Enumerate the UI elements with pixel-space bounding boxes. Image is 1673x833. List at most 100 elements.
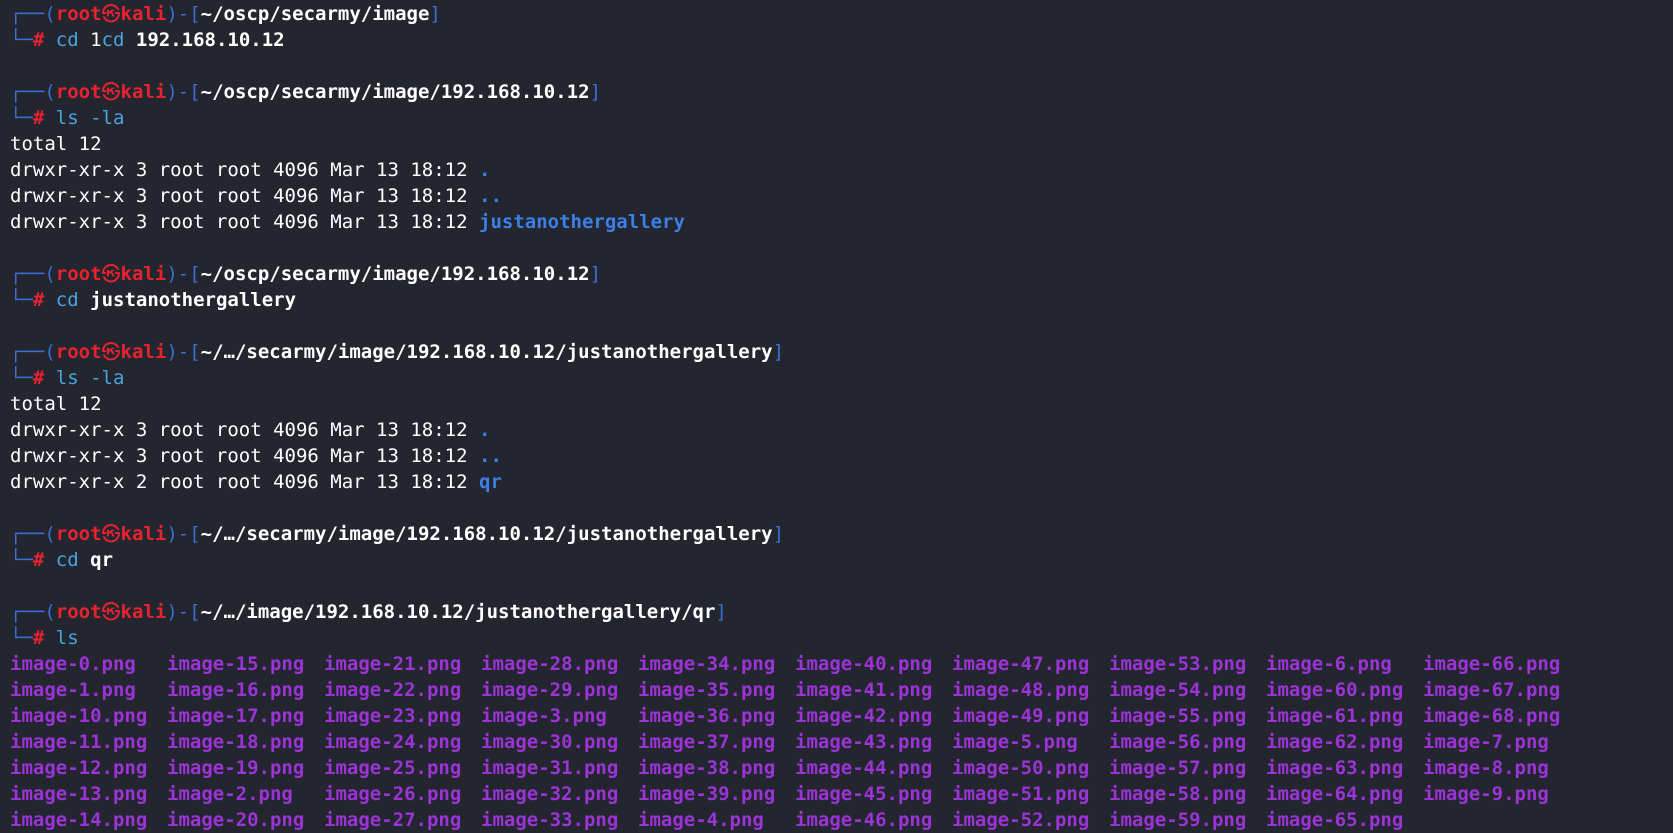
prompt-frame: ┌──( [10, 601, 56, 623]
directory-name: justanothergallery [479, 211, 685, 233]
output-text: drwxr-xr-x 3 root root 4096 Mar 13 18:12 [10, 419, 479, 441]
file-name: image-40.png [795, 653, 933, 675]
file-name: image-2.png [167, 783, 293, 805]
output-line: drwxr-xr-x 3 root root 4096 Mar 13 18:12… [10, 183, 1673, 209]
prompt-user: root [55, 601, 102, 623]
prompt-frame: ] [589, 263, 602, 285]
output-line: drwxr-xr-x 3 root root 4096 Mar 13 18:12… [10, 209, 1673, 235]
file-name: image-62.png [1266, 731, 1404, 753]
prompt-header: ┌──(root㉿kali)-[~/oscp/secarmy/image/192… [10, 261, 1673, 287]
file-name: image-32.png [481, 783, 619, 805]
file-name: image-47.png [952, 653, 1090, 675]
prompt-user: root [55, 81, 102, 103]
terminal-session: ┌──(root㉿kali)-[~/oscp/secarmy/image] └─#… [10, 1, 1673, 833]
file-name: image-15.png [167, 653, 305, 675]
file-name: image-68.png [1423, 705, 1561, 727]
prompt-frame: )-[ [166, 3, 201, 25]
file-name: image-5.png [952, 731, 1078, 753]
prompt-header: ┌──(root㉿kali)-[~/…/image/192.168.10.12/… [10, 599, 1673, 625]
command-name: ls [55, 627, 79, 649]
prompt-host: kali [120, 523, 167, 545]
command-name: cd [101, 29, 125, 51]
prompt-cwd: ~/…/image/192.168.10.12/justanothergalle… [200, 601, 716, 623]
prompt-header: ┌──(root㉿kali)-[~/…/secarmy/image/192.16… [10, 521, 1673, 547]
command-arg: qr [78, 549, 114, 571]
file-name: image-55.png [1109, 705, 1247, 727]
directory-name: . [479, 419, 491, 441]
output-line: total 12 [10, 131, 1673, 157]
directory-name: qr [479, 471, 502, 493]
command-name: cd [55, 549, 79, 571]
file-name: image-56.png [1109, 731, 1247, 753]
file-name: image-10.png [10, 705, 148, 727]
file-name: image-35.png [638, 679, 776, 701]
file-name: image-0.png [10, 653, 136, 675]
directory-name: .. [479, 185, 502, 207]
file-name: image-22.png [324, 679, 462, 701]
prompt-user: root [55, 523, 102, 545]
command-line[interactable]: └─# ls -la [10, 105, 1673, 131]
output-line: drwxr-xr-x 2 root root 4096 Mar 13 18:12… [10, 469, 1673, 495]
command-line[interactable]: └─# cd qr [10, 547, 1673, 573]
command-line[interactable]: └─# ls [10, 625, 1673, 651]
prompt-cwd: ~/…/secarmy/image/192.168.10.12/justanot… [200, 341, 773, 363]
file-name: image-39.png [638, 783, 776, 805]
file-name: image-49.png [952, 705, 1090, 727]
prompt-hash: # [32, 627, 45, 649]
file-name: image-58.png [1109, 783, 1247, 805]
file-name: image-66.png [1423, 653, 1561, 675]
file-name: image-27.png [324, 809, 462, 831]
file-name: image-3.png [481, 705, 607, 727]
prompt-frame: ] [772, 523, 785, 545]
skull-icon: ㉿ [101, 341, 121, 363]
command-line[interactable]: └─# ls -la [10, 365, 1673, 391]
file-name: image-11.png [10, 731, 148, 753]
file-name: image-19.png [167, 757, 305, 779]
output-line: total 12 [10, 391, 1673, 417]
file-name: image-21.png [324, 653, 462, 675]
file-name: image-1.png [10, 679, 136, 701]
prompt-cwd: ~/…/secarmy/image/192.168.10.12/justanot… [200, 523, 773, 545]
prompt-frame: ┌──( [10, 3, 56, 25]
output-text: total 12 [10, 133, 102, 155]
command-line[interactable]: └─# cd justanothergallery [10, 287, 1673, 313]
ls-row: image-13.png image-2.png image-26.png image… [10, 781, 1673, 807]
file-name: image-52.png [952, 809, 1090, 831]
prompt-host: kali [120, 3, 167, 25]
file-name: image-60.png [1266, 679, 1404, 701]
prompt-frame: └─ [10, 289, 33, 311]
file-name: image-44.png [795, 757, 933, 779]
command-name: cd [55, 289, 79, 311]
file-name: image-33.png [481, 809, 619, 831]
prompt-frame: )-[ [166, 341, 201, 363]
prompt-frame: └─ [10, 29, 33, 51]
file-name: image-59.png [1109, 809, 1247, 831]
output-text: drwxr-xr-x 3 root root 4096 Mar 13 18:12 [10, 211, 479, 233]
terminal-window[interactable]: ┌──(root㉿kali)-[~/oscp/secarmy/image] └─#… [0, 0, 1673, 833]
prompt-hash: # [32, 289, 45, 311]
ls-row: image-14.png image-20.png image-27.png imag… [10, 807, 1673, 833]
file-name: image-26.png [324, 783, 462, 805]
ls-row: image-1.png image-16.png image-22.png image… [10, 677, 1673, 703]
output-text: drwxr-xr-x 3 root root 4096 Mar 13 18:12 [10, 445, 479, 467]
prompt-header: ┌──(root㉿kali)-[~/…/secarmy/image/192.16… [10, 339, 1673, 365]
skull-icon: ㉿ [101, 523, 121, 545]
output-line: drwxr-xr-x 3 root root 4096 Mar 13 18:12… [10, 417, 1673, 443]
output-line: drwxr-xr-x 3 root root 4096 Mar 13 18:12… [10, 157, 1673, 183]
prompt-frame: ┌──( [10, 523, 56, 545]
prompt-header: ┌──(root㉿kali)-[~/oscp/secarmy/image/192… [10, 79, 1673, 105]
prompt-frame: └─ [10, 107, 33, 129]
prompt-user: root [55, 341, 102, 363]
prompt-frame: ┌──( [10, 263, 56, 285]
prompt-frame: ┌──( [10, 341, 56, 363]
prompt-hash: # [32, 549, 45, 571]
file-name: image-30.png [481, 731, 619, 753]
file-name: image-61.png [1266, 705, 1404, 727]
file-name: image-7.png [1423, 731, 1549, 753]
prompt-hash: # [32, 107, 45, 129]
directory-name: .. [479, 445, 502, 467]
command-line[interactable]: └─# cd 1cd 192.168.10.12 [10, 27, 1673, 53]
